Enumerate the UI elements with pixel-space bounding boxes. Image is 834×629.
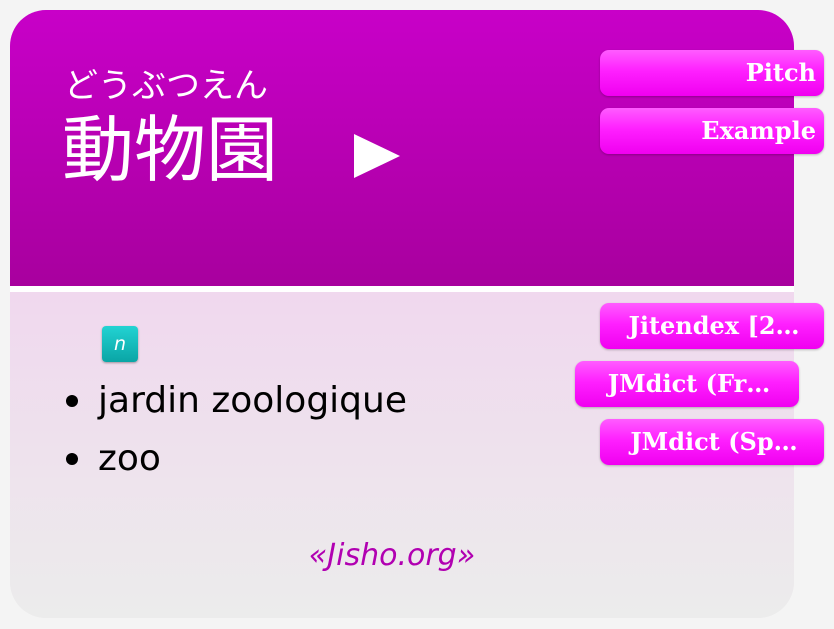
example-button[interactable]: Example bbox=[600, 108, 824, 154]
pitch-button[interactable]: Pitch bbox=[600, 50, 824, 96]
part-of-speech-tag: n bbox=[102, 326, 138, 362]
jitendex-button[interactable]: Jitendex [2… bbox=[600, 303, 824, 349]
definition-list: jardin zoologique zoo bbox=[54, 372, 407, 488]
expression-text: 動物園 bbox=[62, 108, 279, 192]
play-icon[interactable] bbox=[354, 134, 400, 178]
bullet-icon bbox=[66, 453, 78, 465]
definition-text: jardin zoologique bbox=[98, 380, 407, 421]
definition-item: jardin zoologique bbox=[54, 372, 407, 430]
jmdict-french-button[interactable]: JMdict (Fr… bbox=[575, 361, 799, 407]
definition-text: zoo bbox=[98, 438, 161, 479]
definition-item: zoo bbox=[54, 430, 407, 488]
jmdict-spanish-button[interactable]: JMdict (Sp… bbox=[600, 419, 824, 465]
bullet-icon bbox=[66, 395, 78, 407]
source-link[interactable]: «Jisho.org» bbox=[0, 536, 784, 576]
reading-text: どうぶつえん bbox=[64, 66, 268, 106]
